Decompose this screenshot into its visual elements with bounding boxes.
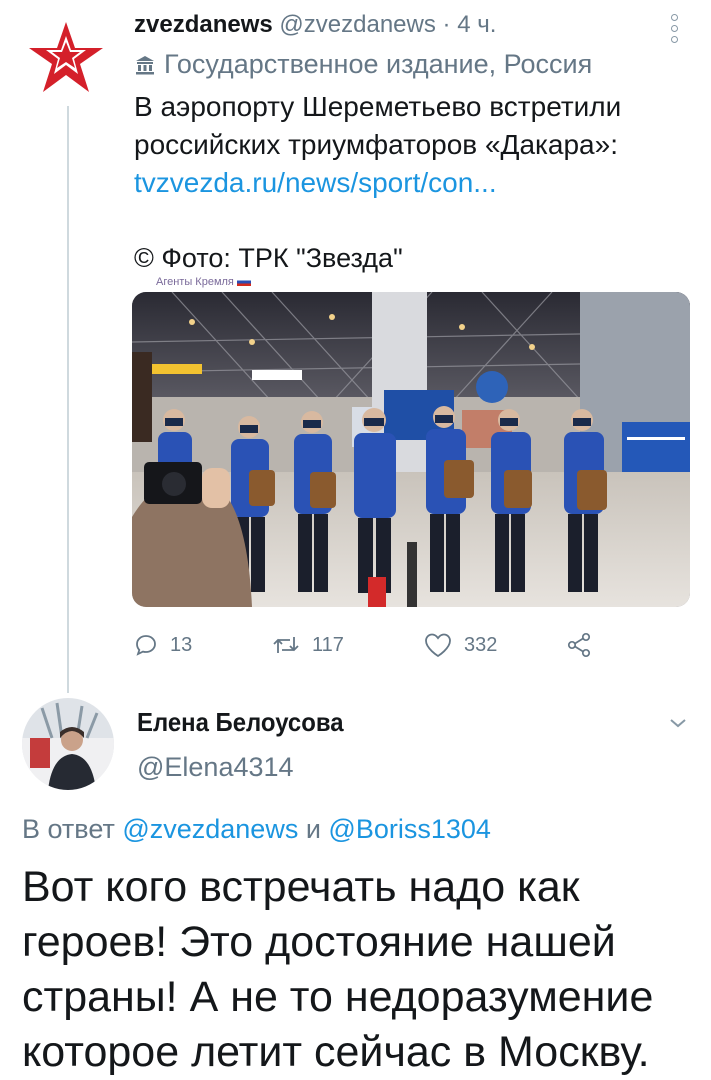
author-name[interactable]: zvezdanews bbox=[134, 11, 273, 38]
russia-flag-icon bbox=[236, 278, 251, 286]
watermark: Агенты Кремля bbox=[156, 276, 251, 288]
reply-count: 13 bbox=[170, 633, 193, 656]
government-building-icon bbox=[136, 56, 154, 75]
reply-icon bbox=[136, 635, 156, 656]
share-button[interactable] bbox=[566, 628, 604, 662]
thread-line bbox=[67, 106, 69, 693]
watermark-text: Агенты Кремля bbox=[156, 276, 234, 288]
author-handle[interactable]: @zvezdanews bbox=[279, 11, 435, 38]
state-media-label[interactable]: Государственное издание, Россия bbox=[134, 48, 592, 80]
photo-credit: © Фото: ТРК "Звезда" bbox=[134, 243, 403, 273]
tweet-time[interactable]: 4 ч. bbox=[457, 11, 496, 38]
chevron-down-icon[interactable] bbox=[668, 716, 688, 735]
tweet-header: zvezdanews @zvezdanews · 4 ч. bbox=[134, 10, 694, 40]
tweet-photo[interactable] bbox=[132, 292, 690, 607]
in-reply-prefix: В ответ bbox=[22, 814, 123, 844]
more-vertical-icon[interactable] bbox=[668, 14, 680, 50]
tweet-actions: 13 117 332 bbox=[134, 628, 614, 662]
label-text: Государственное издание, Россия bbox=[164, 49, 593, 79]
separator: · bbox=[442, 11, 451, 38]
tweet-body: В аэропорту Шереметьево встретили россий… bbox=[134, 91, 622, 160]
retweet-icon bbox=[273, 637, 299, 653]
like-count: 332 bbox=[464, 633, 498, 656]
retweet-count: 117 bbox=[312, 633, 344, 656]
tweet-link[interactable]: tvzvezda.ru/news/sport/con... bbox=[134, 167, 497, 198]
heart-icon bbox=[425, 633, 451, 658]
in-reply-conj: и bbox=[298, 814, 329, 844]
reply-author-name[interactable]: Елена Белоусова bbox=[137, 707, 344, 738]
reply-button[interactable]: 13 bbox=[134, 628, 192, 662]
star-logo-icon[interactable] bbox=[26, 18, 106, 98]
tweet-text: В аэропорту Шереметьево встретили россий… bbox=[134, 88, 689, 202]
like-button[interactable]: 332 bbox=[424, 628, 497, 662]
reply-author-handle[interactable]: @Elena4314 bbox=[137, 752, 294, 783]
mention-link[interactable]: @Boriss1304 bbox=[328, 814, 491, 844]
reply-text: Вот кого встречать надо как героев! Это … bbox=[22, 863, 654, 1076]
avatar[interactable] bbox=[22, 698, 114, 790]
retweet-button[interactable]: 117 bbox=[272, 628, 344, 662]
share-icon bbox=[567, 632, 591, 658]
mention-link[interactable]: @zvezdanews bbox=[122, 814, 298, 844]
in-reply-to: В ответ @zvezdanews и @Boriss1304 bbox=[22, 814, 491, 845]
